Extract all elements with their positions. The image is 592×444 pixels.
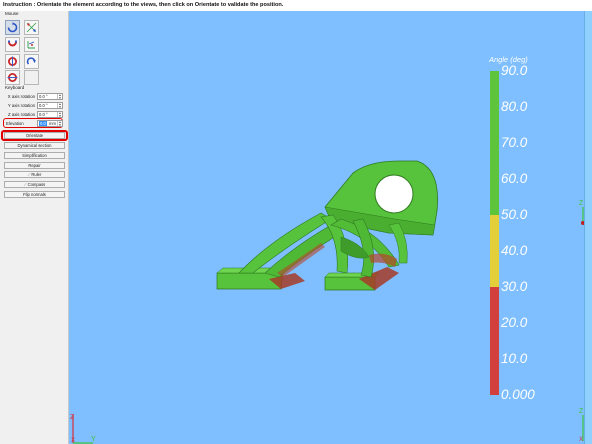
z-rotation-row: Z axis rotation 0.0 ° ▲ ▼ xyxy=(4,111,64,118)
empty-tool-slot xyxy=(24,70,39,85)
redo-arrow-tool[interactable] xyxy=(24,54,39,69)
z-rotation-value: 0.0 ° xyxy=(39,112,48,117)
compass-icon: ⟋ xyxy=(23,182,27,187)
colorbar-tick-label: 30.0 xyxy=(501,279,528,294)
rotate-view-icon xyxy=(7,22,18,33)
magnet-rotate-icon xyxy=(8,40,17,47)
simplification-button[interactable]: Simplification xyxy=(4,152,65,159)
colorbar-tick-label: 60.0 xyxy=(501,171,528,186)
ruler-label: Ruler xyxy=(31,172,42,177)
spin-arrows-icon[interactable]: ▲ ▼ xyxy=(57,121,62,126)
spin-arrows-icon[interactable]: ▲ ▼ xyxy=(57,103,62,108)
elevation-value[interactable]: 0.0 xyxy=(39,121,47,126)
x-rotation-spinbox[interactable]: 0.0 ° ▲ ▼ xyxy=(37,93,63,100)
colorbar-tick-label: 0.000 xyxy=(501,387,535,402)
ruler-button[interactable]: ⟋Ruler xyxy=(4,171,65,178)
ruler-icon: ⟋ xyxy=(27,172,31,177)
compass-button[interactable]: ⟋Compass xyxy=(4,181,65,188)
colorbar-tick-label: 80.0 xyxy=(501,99,528,114)
instruction-bar: Instruction : Orientate the element acco… xyxy=(0,0,592,11)
magnet-rotate-tool[interactable] xyxy=(5,37,20,52)
side-view-strip[interactable] xyxy=(584,11,592,444)
axis-rotate-tool[interactable] xyxy=(24,37,39,52)
red-rotate-vertical-tool[interactable] xyxy=(5,54,20,69)
axis-rotate-icon xyxy=(27,41,35,49)
elevation-row: Elevation 0.0 mm ▲ ▼ xyxy=(4,120,64,127)
repair-button[interactable]: Repair xyxy=(4,162,65,169)
3d-viewport[interactable]: Z Y X Z Z X Angle (deg) 90.0 80.0 70.0 60.0… xyxy=(69,11,592,444)
compass-label: Compass xyxy=(27,182,46,187)
colorbar-tick-label: 70.0 xyxy=(501,135,528,150)
red-rotate-horizontal-icon xyxy=(7,73,18,82)
spin-arrows-icon[interactable]: ▲ ▼ xyxy=(57,112,62,117)
orientate-button[interactable]: Orientate xyxy=(4,132,65,139)
red-rotate-vertical-icon xyxy=(8,56,17,67)
x-rotation-value: 0.0 ° xyxy=(39,94,48,99)
x-rotation-label: X axis rotation xyxy=(7,94,35,99)
z-rotation-label: Z axis rotation xyxy=(8,112,35,117)
z-rotation-spinbox[interactable]: 0.0 ° ▲ ▼ xyxy=(37,111,63,118)
dynamical-section-button[interactable]: Dynamical section xyxy=(4,142,65,149)
colorbar-tick-label: 10.0 xyxy=(501,351,528,366)
colorbar-tick-label: 50.0 xyxy=(501,207,528,222)
y-rotation-spinbox[interactable]: 0.0 ° ▲ ▼ xyxy=(37,102,63,109)
y-rotation-value: 0.0 ° xyxy=(39,103,48,108)
x-rotation-row: X axis rotation 0.0 ° ▲ ▼ xyxy=(4,93,64,100)
colorbar-yellow-segment xyxy=(490,215,499,287)
rotate-view-tool[interactable] xyxy=(5,20,20,35)
tool-panel: Mouse Keyboard X axis rotation 0.0 ° ▲ ▼… xyxy=(0,11,69,444)
flip-normals-button[interactable]: Flip normals xyxy=(4,191,65,198)
spin-arrows-icon[interactable]: ▲ ▼ xyxy=(57,94,62,99)
colorbar-red-segment xyxy=(490,287,499,395)
elevation-spinbox[interactable]: 0.0 mm ▲ ▼ xyxy=(37,120,63,127)
y-rotation-row: Y axis rotation 0.0 ° ▲ ▼ xyxy=(4,102,64,109)
colorbar-tick-label: 90.0 xyxy=(501,63,528,78)
colorbar-green-segment xyxy=(490,71,499,215)
colorbar-tick-label: 20.0 xyxy=(501,315,528,330)
elevation-unit: mm xyxy=(49,121,56,126)
keyboard-section-title: Keyboard xyxy=(5,85,25,90)
redo-arrow-icon xyxy=(26,57,36,65)
grid-points-tool[interactable] xyxy=(24,20,39,35)
red-rotate-horizontal-tool[interactable] xyxy=(5,70,20,85)
mouse-section-title: Mouse xyxy=(5,11,19,16)
grid-points-icon xyxy=(26,22,37,33)
y-rotation-label: Y axis rotation xyxy=(7,103,35,108)
elevation-label: Elevation xyxy=(6,121,24,126)
colorbar-tick-label: 40.0 xyxy=(501,243,528,258)
